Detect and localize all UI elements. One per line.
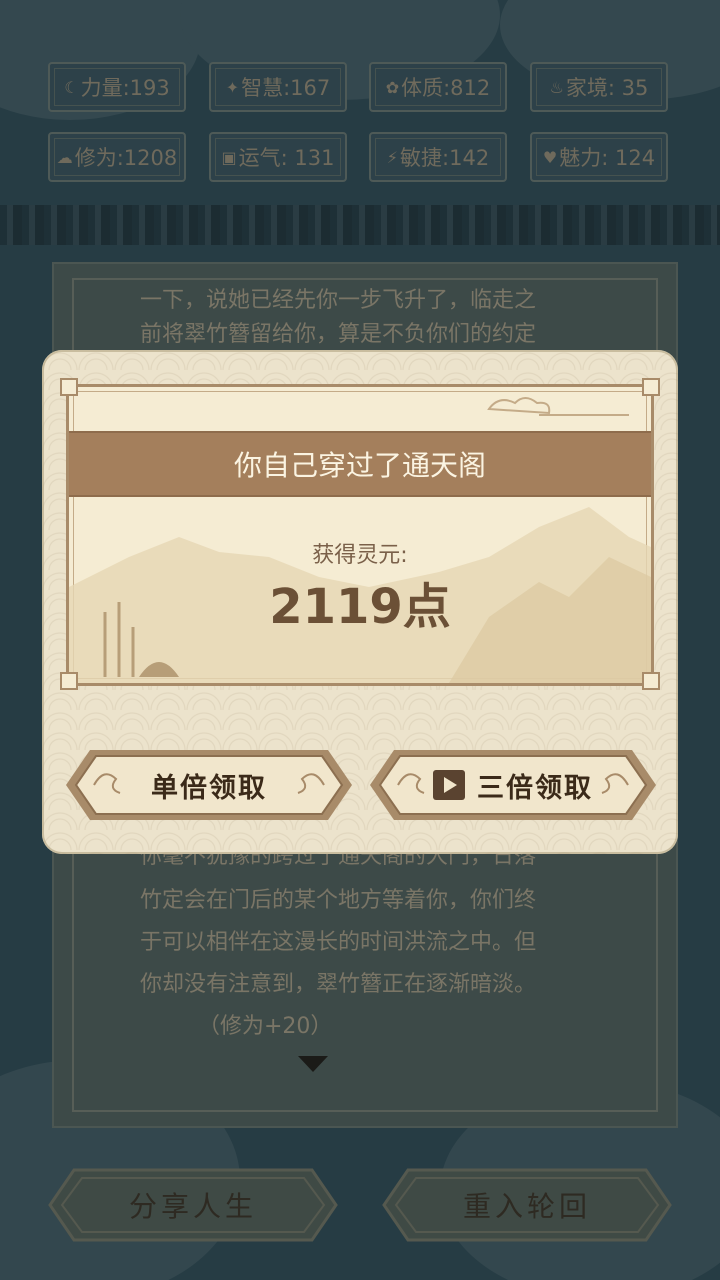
stat-constitution: ✿ 体质:812: [369, 62, 507, 112]
stat-strength: ☾ 力量:193: [48, 62, 186, 112]
video-play-icon: [433, 770, 465, 800]
heart-icon: ♥: [542, 147, 558, 167]
reward-amount: 2119点: [269, 579, 451, 635]
triple-claim-button[interactable]: 三倍领取: [368, 748, 658, 822]
reward-modal: 你自己穿过了通天阁 获得灵元: 2119点 单倍领取 三倍领取: [42, 350, 678, 854]
luck-icon: ▣: [221, 147, 237, 167]
single-claim-button[interactable]: 单倍领取: [64, 748, 354, 822]
stat-family: ♨ 家境: 35: [530, 62, 668, 112]
stat-agility: ⚡ 敏捷:142: [369, 132, 507, 182]
share-life-button[interactable]: 分享人生: [48, 1168, 338, 1242]
stat-wisdom: ✦ 智慧:167: [209, 62, 347, 112]
story-line: 你却没有注意到，翠竹簪正在逐渐暗淡。: [140, 972, 537, 997]
muscle-icon: ☾: [64, 77, 79, 97]
reincarnate-button[interactable]: 重入轮回: [382, 1168, 672, 1242]
stat-charm: ♥ 魅力: 124: [530, 132, 668, 182]
story-line: （修为+20）: [198, 1014, 333, 1039]
lightbulb-icon: ✦: [225, 77, 240, 97]
family-icon: ♨: [549, 77, 564, 97]
scroll-down-icon[interactable]: [298, 1056, 328, 1072]
stat-cultivation: ☁ 修为:1208: [48, 132, 186, 182]
story-line: 于可以相伴在这漫长的时间洪流之中。但: [140, 930, 537, 955]
flower-icon: ✿: [385, 77, 400, 97]
modal-title: 你自己穿过了通天阁: [69, 431, 651, 497]
story-line: 竹定会在门后的某个地方等着你，你们终: [140, 888, 537, 913]
lightning-icon: ⚡: [386, 147, 399, 167]
reward-label: 获得灵元:: [312, 543, 408, 568]
cloud-icon: ☁: [56, 147, 73, 167]
reward-card: 你自己穿过了通天阁 获得灵元: 2119点: [66, 384, 654, 686]
stat-luck: ▣ 运气: 131: [209, 132, 347, 182]
